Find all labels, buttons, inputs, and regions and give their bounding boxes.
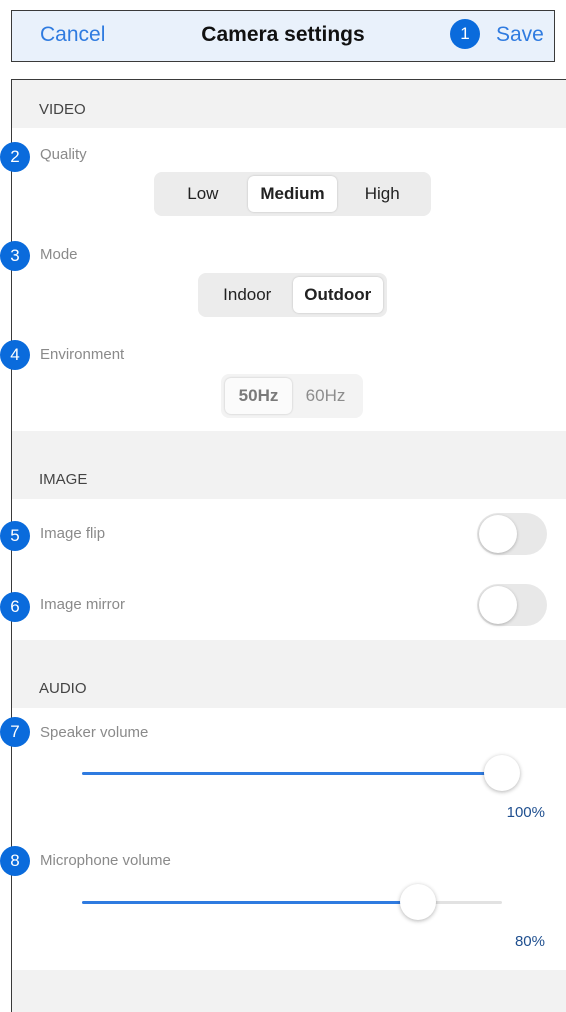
settings-panel: VIDEO Quality Low Medium High Mode Indoo… [11, 79, 566, 1012]
audio-header-label: AUDIO [39, 680, 87, 697]
environment-option-60hz[interactable]: 60Hz [292, 378, 359, 414]
image-mirror-label: Image mirror [40, 596, 126, 613]
environment-option-50hz[interactable]: 50Hz [225, 378, 292, 414]
quality-option-low[interactable]: Low [158, 176, 248, 212]
image-flip-toggle[interactable] [477, 513, 547, 555]
annotation-badge-2: 2 [0, 142, 30, 172]
speaker-volume-thumb[interactable] [484, 755, 520, 791]
image-flip-label: Image flip [40, 525, 106, 542]
quality-label: Quality [40, 146, 87, 163]
microphone-volume-thumb[interactable] [400, 884, 436, 920]
annotation-badge-8: 8 [0, 846, 30, 876]
mode-label: Mode [40, 246, 78, 263]
video-section-header: VIDEO [12, 80, 566, 128]
microphone-volume-fill [82, 901, 418, 904]
video-header-label: VIDEO [39, 101, 86, 118]
image-section: Image flip Image mirror [12, 499, 566, 640]
image-flip-toggle-knob [479, 515, 517, 553]
environment-segmented-control: 50Hz 60Hz [221, 374, 363, 418]
microphone-volume-label: Microphone volume [40, 852, 171, 869]
image-mirror-toggle[interactable] [477, 584, 547, 626]
quality-option-high[interactable]: High [337, 176, 427, 212]
environment-label: Environment [40, 346, 125, 363]
speaker-volume-label: Speaker volume [40, 724, 149, 741]
video-section: Quality Low Medium High Mode Indoor Outd… [12, 128, 566, 431]
audio-section-header: AUDIO [12, 640, 566, 708]
microphone-volume-slider[interactable] [82, 882, 502, 922]
annotation-badge-7: 7 [0, 717, 30, 747]
save-button[interactable]: Save [496, 23, 544, 47]
audio-section: Speaker volume 100% Microphone volume 80… [12, 708, 566, 970]
mode-segmented-control: Indoor Outdoor [198, 273, 387, 317]
image-mirror-toggle-knob [479, 586, 517, 624]
annotation-badge-5: 5 [0, 521, 30, 551]
mode-option-outdoor[interactable]: Outdoor [292, 277, 383, 313]
quality-segmented-control: Low Medium High [154, 172, 431, 216]
speaker-volume-value: 100% [506, 804, 545, 821]
mode-option-indoor[interactable]: Indoor [202, 277, 293, 313]
annotation-badge-6: 6 [0, 592, 30, 622]
speaker-volume-slider[interactable] [82, 753, 520, 793]
quality-option-medium[interactable]: Medium [247, 176, 338, 212]
speaker-volume-fill [82, 772, 502, 775]
annotation-badge-3: 3 [0, 241, 30, 271]
annotation-badge-4: 4 [0, 340, 30, 370]
image-header-label: IMAGE [39, 471, 88, 488]
microphone-volume-value: 80% [514, 933, 545, 950]
annotation-badge-1: 1 [450, 19, 480, 49]
image-section-header: IMAGE [12, 431, 566, 499]
